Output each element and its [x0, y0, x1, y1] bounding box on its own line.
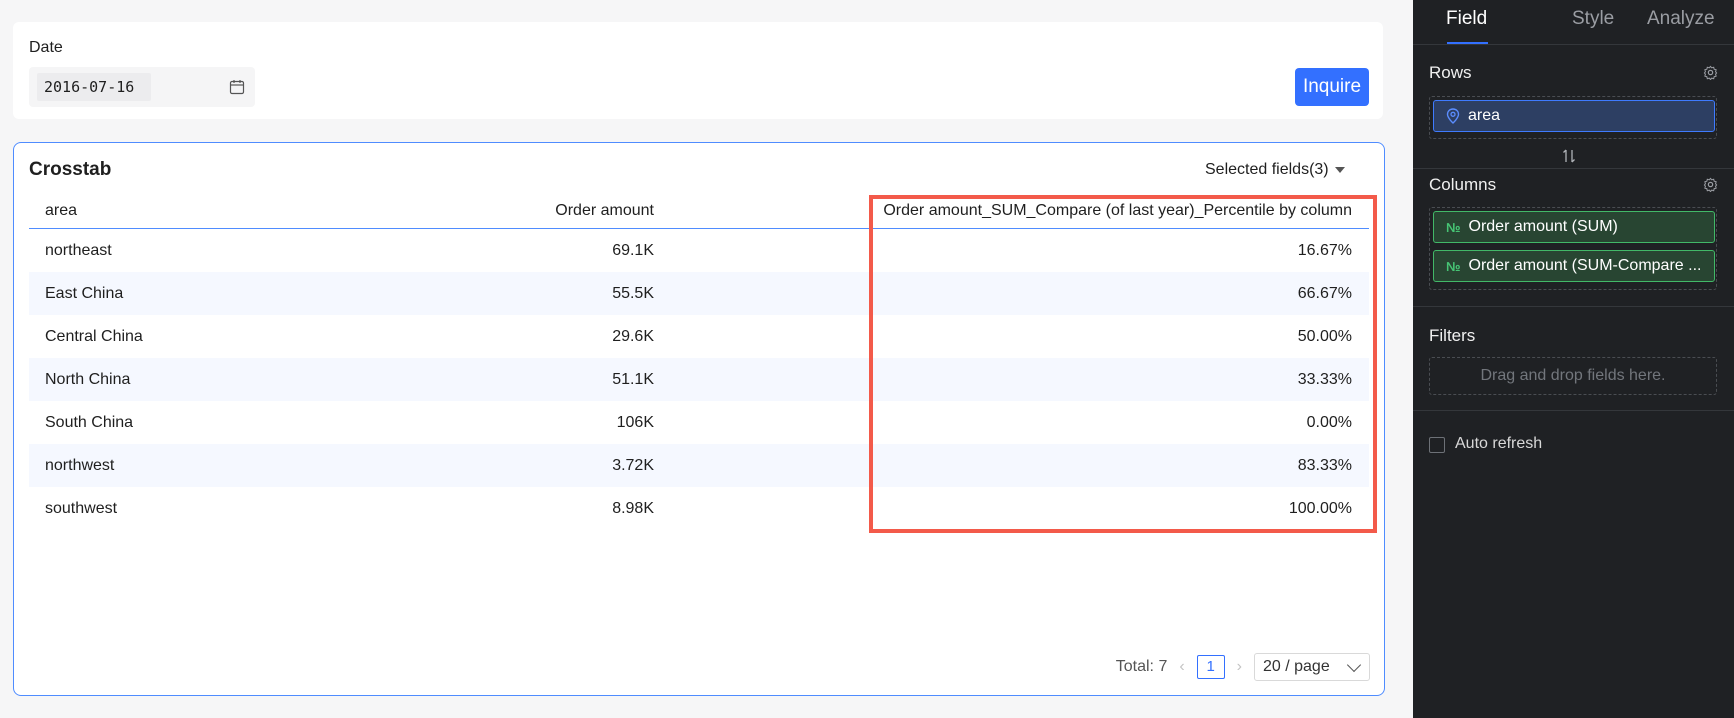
chevron-left-icon[interactable]: ‹: [1179, 658, 1184, 676]
cell-area: North China: [45, 370, 131, 388]
location-pin-icon: [1446, 108, 1460, 124]
section-divider: [1413, 410, 1734, 411]
cell-order-amount: 8.98K: [612, 499, 654, 517]
crosstab-table: area Order amount Order amount_SUM_Compa…: [29, 194, 1369, 530]
columns-field-label: Order amount (SUM-Compare ...: [1468, 257, 1702, 274]
crosstab-title: Crosstab: [29, 159, 112, 180]
cell-percentile: 33.33%: [1297, 370, 1352, 388]
auto-refresh-checkbox[interactable]: [1429, 437, 1445, 453]
cell-percentile: 66.67%: [1297, 284, 1352, 302]
section-divider: [1413, 168, 1734, 169]
filter-card: Date 2016-07-16 Inquire: [13, 22, 1383, 119]
date-value[interactable]: 2016-07-16: [37, 73, 151, 101]
cell-area: South China: [45, 413, 134, 431]
total-count: Total: 7: [1115, 658, 1168, 675]
number-icon: №: [1446, 219, 1461, 235]
cell-percentile: 83.33%: [1297, 456, 1352, 474]
header-percentile[interactable]: Order amount_SUM_Compare (of last year)_…: [883, 194, 1352, 228]
field-config-panel: Field Style Analyze Rows area Columns № …: [1413, 0, 1734, 718]
cell-area: East China: [45, 284, 124, 302]
rows-title: Rows: [1429, 63, 1472, 82]
columns-field-label: Order amount (SUM): [1468, 218, 1618, 235]
table-row: East China 55.5K 66.67%: [29, 272, 1369, 315]
table-row: northeast 69.1K 16.67%: [29, 229, 1369, 272]
header-area[interactable]: area: [45, 194, 77, 228]
page-number-current[interactable]: 1: [1196, 655, 1225, 679]
date-picker[interactable]: 2016-07-16: [29, 67, 255, 107]
columns-title: Columns: [1429, 175, 1497, 194]
caret-down-icon: [1334, 167, 1345, 173]
cell-percentile: 0.00%: [1306, 413, 1352, 431]
selected-fields-dropdown[interactable]: Selected fields(3): [1205, 161, 1345, 179]
cell-order-amount: 106K: [616, 413, 654, 431]
cell-order-amount: 29.6K: [612, 327, 654, 345]
number-icon: №: [1446, 258, 1461, 274]
columns-field-pill[interactable]: № Order amount (SUM-Compare ...: [1433, 250, 1715, 282]
table-row: Central China 29.6K 50.00%: [29, 315, 1369, 358]
columns-field-pill[interactable]: № Order amount (SUM): [1433, 211, 1715, 243]
table-row: North China 51.1K 33.33%: [29, 358, 1369, 401]
chevron-right-icon[interactable]: ›: [1237, 658, 1242, 676]
cell-percentile: 16.67%: [1297, 241, 1352, 259]
table-row: southwest 8.98K 100.00%: [29, 487, 1369, 530]
date-filter-label: Date: [29, 39, 63, 56]
main-area: Date 2016-07-16 Inquire Crosstab Selecte…: [0, 0, 1413, 718]
table-header: area Order amount Order amount_SUM_Compa…: [29, 194, 1369, 229]
auto-refresh-label[interactable]: Auto refresh: [1455, 435, 1542, 453]
cell-area: northwest: [45, 456, 115, 474]
page-size-value: 20 / page: [1263, 658, 1330, 675]
cell-percentile: 50.00%: [1297, 327, 1352, 345]
inquire-button[interactable]: Inquire: [1295, 68, 1369, 106]
cell-area: Central China: [45, 327, 143, 345]
tab-field[interactable]: Field: [1446, 8, 1487, 30]
rows-dropzone[interactable]: area: [1429, 96, 1717, 139]
rows-field-label: area: [1468, 107, 1501, 124]
gear-icon[interactable]: [1703, 65, 1718, 80]
filters-drop-hint: Drag and drop fields here.: [1480, 367, 1666, 384]
cell-area: northeast: [45, 241, 112, 259]
panel-tabs: Field Style Analyze: [1413, 0, 1734, 45]
pagination: Total: 7 ‹ 1 › 20 / page: [1116, 653, 1370, 681]
cell-order-amount: 69.1K: [612, 241, 654, 259]
active-tab-indicator: [1447, 42, 1488, 44]
table-row: South China 106K 0.00%: [29, 401, 1369, 444]
header-order-amount[interactable]: Order amount: [555, 194, 654, 228]
cell-area: southwest: [45, 499, 118, 517]
rows-field-pill[interactable]: area: [1433, 100, 1715, 132]
page-size-select[interactable]: 20 / page: [1254, 653, 1370, 681]
columns-dropzone[interactable]: № Order amount (SUM) № Order amount (SUM…: [1429, 207, 1717, 290]
calendar-icon[interactable]: [229, 79, 245, 95]
cell-order-amount: 55.5K: [612, 284, 654, 302]
cell-order-amount: 3.72K: [612, 456, 654, 474]
filters-dropzone[interactable]: Drag and drop fields here.: [1429, 357, 1717, 395]
tab-style[interactable]: Style: [1572, 8, 1614, 30]
crosstab-card[interactable]: Crosstab Selected fields(3) area Order a…: [13, 142, 1385, 696]
cell-order-amount: 51.1K: [612, 370, 654, 388]
swap-icon[interactable]: [1561, 148, 1577, 164]
selected-fields-label: Selected fields(3): [1205, 161, 1329, 178]
gear-icon[interactable]: [1703, 177, 1718, 192]
table-row: northwest 3.72K 83.33%: [29, 444, 1369, 487]
section-divider: [1413, 306, 1734, 307]
filters-title: Filters: [1429, 326, 1476, 345]
tab-analyze[interactable]: Analyze: [1647, 8, 1715, 30]
chevron-down-icon: [1346, 657, 1362, 672]
cell-percentile: 100.00%: [1288, 499, 1352, 517]
